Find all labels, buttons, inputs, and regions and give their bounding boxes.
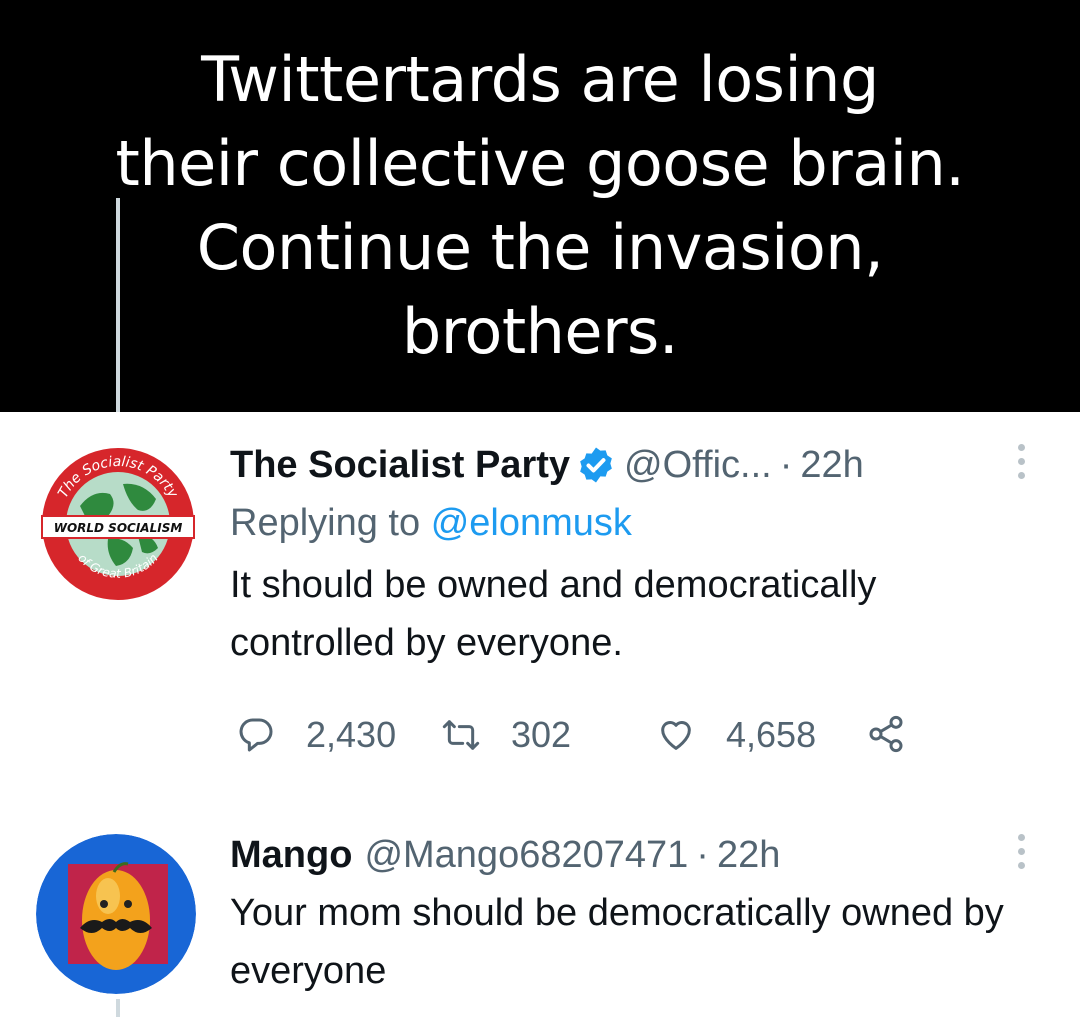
tweet-header: The Socialist Party @Offic... · 22h bbox=[230, 442, 1020, 488]
more-options-icon[interactable] bbox=[1012, 444, 1030, 479]
socialist-party-logo: The Socialist Party of Great Britain WOR… bbox=[39, 445, 197, 603]
replying-to-label: Replying to bbox=[230, 502, 421, 544]
separator-dot: · bbox=[779, 444, 793, 486]
like-count: 4,658 bbox=[726, 714, 817, 755]
tweet-mango[interactable]: Mango @Mango68207471 · 22h Your mom shou… bbox=[0, 812, 1080, 1017]
retweet-button[interactable]: 302 bbox=[441, 714, 571, 756]
thread-line bbox=[116, 999, 120, 1017]
handle[interactable]: @Mango68207471 bbox=[364, 832, 688, 878]
caption-line: their collective goose brain. bbox=[115, 127, 965, 200]
retweet-count: 302 bbox=[511, 714, 572, 755]
display-name[interactable]: Mango bbox=[230, 832, 352, 878]
tweet-content: The Socialist Party @Offic... · 22h Repl… bbox=[230, 442, 1020, 672]
tweet-text: It should be owned and democratically co… bbox=[230, 564, 877, 664]
mango-avatar bbox=[36, 834, 196, 994]
verified-badge-icon bbox=[580, 447, 612, 483]
more-options-icon[interactable] bbox=[1012, 834, 1030, 869]
share-icon bbox=[869, 715, 903, 753]
tweet-content: Mango @Mango68207471 · 22h Your mom shou… bbox=[230, 832, 1020, 1000]
thread-line bbox=[116, 198, 120, 412]
timestamp[interactable]: 22h bbox=[717, 832, 780, 878]
meme-caption: Twittertards are losing their collective… bbox=[0, 0, 1080, 412]
reply-button[interactable]: 2,430 bbox=[236, 714, 396, 756]
display-name[interactable]: The Socialist Party bbox=[230, 442, 570, 488]
share-button[interactable] bbox=[866, 714, 906, 754]
avatar[interactable]: The Socialist Party of Great Britain WOR… bbox=[38, 444, 198, 604]
timestamp[interactable]: 22h bbox=[800, 442, 863, 488]
avatar[interactable] bbox=[36, 834, 196, 994]
tweet-text: Your mom should be democratically owned … bbox=[230, 892, 1004, 992]
mention-link[interactable]: @elonmusk bbox=[431, 502, 632, 544]
separator-dot: · bbox=[696, 834, 709, 876]
like-icon bbox=[661, 721, 691, 750]
replying-to: Replying to @elonmusk bbox=[230, 500, 1020, 546]
reply-icon bbox=[239, 718, 273, 752]
handle[interactable]: @Offic... bbox=[624, 442, 772, 488]
reply-count: 2,430 bbox=[306, 714, 397, 755]
caption-line: Twittertards are losing bbox=[201, 43, 879, 116]
logo-banner-text: WORLD SOCIALISM bbox=[54, 521, 183, 535]
caption-line: Continue the invasion, bbox=[196, 211, 884, 284]
tweet-actions: 2,430 302 4,658 bbox=[236, 714, 936, 764]
caption-line: brothers. bbox=[401, 295, 679, 368]
tweet-header: Mango @Mango68207471 · 22h bbox=[230, 832, 1020, 878]
retweet-icon bbox=[442, 720, 480, 750]
tweet-socialist-party[interactable]: The Socialist Party of Great Britain WOR… bbox=[0, 412, 1080, 812]
like-button[interactable]: 4,658 bbox=[656, 714, 816, 756]
